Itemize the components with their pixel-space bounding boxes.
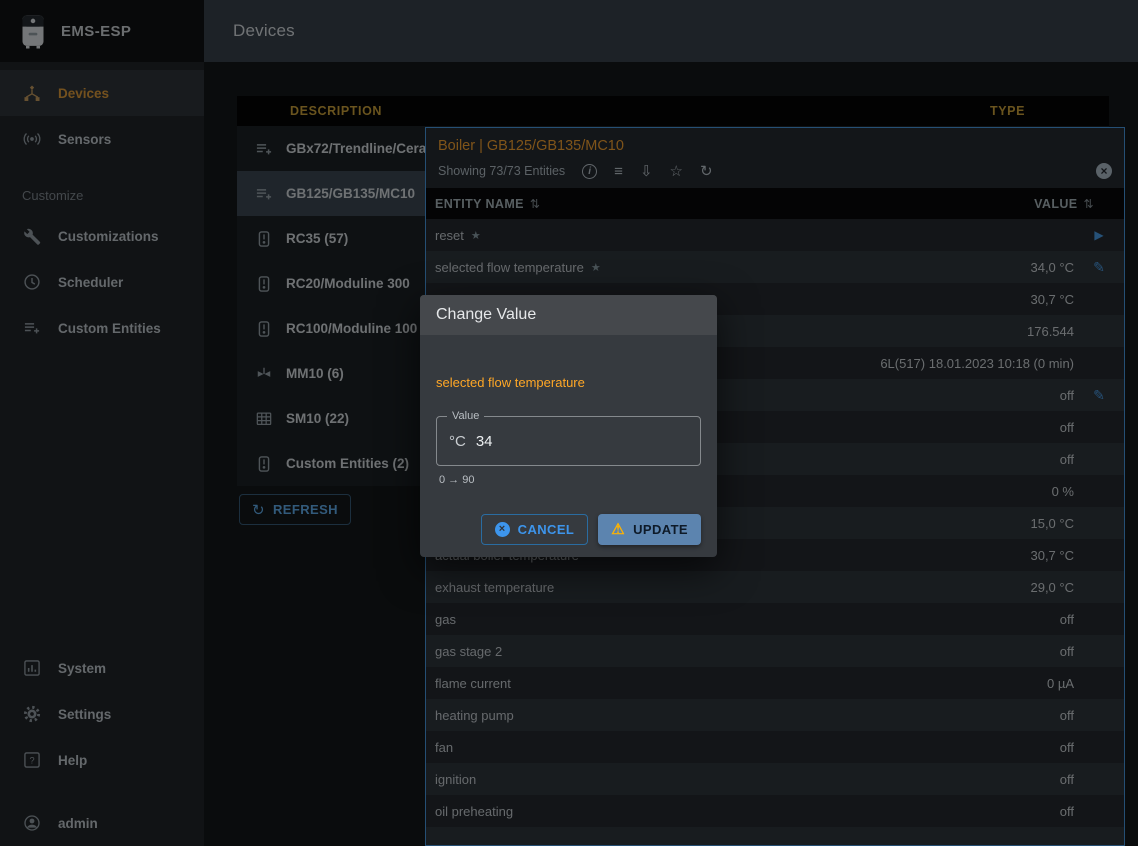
cancel-button[interactable]: × CANCEL bbox=[481, 514, 589, 545]
change-value-dialog: Change Value selected flow temperature V… bbox=[420, 295, 717, 557]
update-label: UPDATE bbox=[633, 522, 688, 537]
range-helper-text: 0 → 90 bbox=[436, 474, 701, 486]
dialog-actions: × CANCEL ⚠ UPDATE bbox=[436, 514, 701, 545]
entity-label: selected flow temperature bbox=[436, 375, 701, 390]
cancel-label: CANCEL bbox=[518, 522, 575, 537]
value-input[interactable] bbox=[476, 433, 688, 450]
dialog-body: selected flow temperature Value °C 0 → 9… bbox=[420, 375, 717, 557]
cancel-icon: × bbox=[495, 522, 510, 537]
update-button[interactable]: ⚠ UPDATE bbox=[598, 514, 701, 545]
unit-label: °C bbox=[449, 433, 466, 450]
dialog-title-bar: Change Value bbox=[420, 295, 717, 335]
warning-icon: ⚠ bbox=[611, 522, 625, 537]
value-field: Value °C bbox=[436, 416, 701, 466]
dialog-title: Change Value bbox=[436, 306, 536, 324]
value-field-label: Value bbox=[447, 410, 484, 422]
